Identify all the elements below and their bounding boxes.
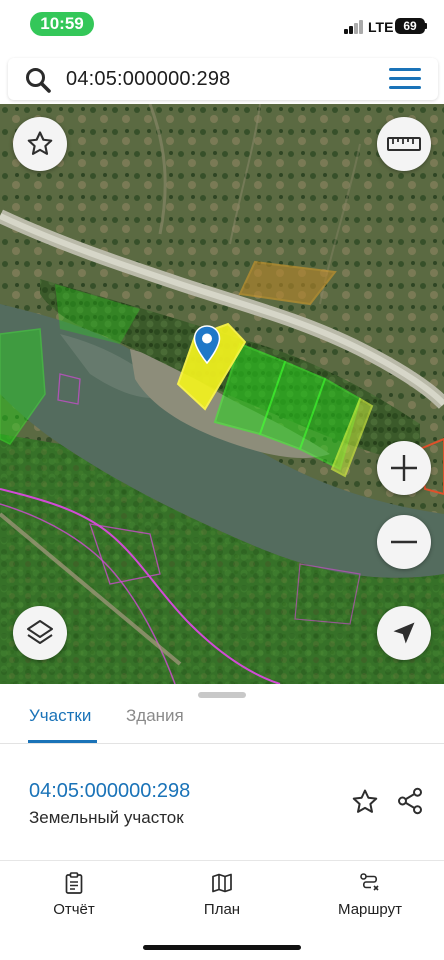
parcel-type-label: Земельный участок (29, 808, 184, 827)
nav-route-label: Маршрут (338, 901, 402, 918)
status-time: 10:59 (30, 12, 94, 36)
ruler-icon (387, 137, 421, 151)
hamburger-menu-icon[interactable] (389, 68, 421, 90)
network-type: LTE (368, 19, 394, 35)
search-bar[interactable]: 04:05:000000:298 (8, 58, 438, 100)
nav-report-label: Отчёт (53, 901, 95, 918)
home-indicator (143, 945, 301, 950)
nav-plan[interactable]: План (167, 871, 277, 919)
locate-me-button[interactable] (377, 606, 431, 660)
zoom-in-icon (391, 455, 417, 481)
star-icon (27, 131, 53, 155)
layers-button[interactable] (13, 606, 67, 660)
favorite-star-icon[interactable] (350, 787, 380, 817)
satellite-map[interactable] (0, 104, 444, 684)
locate-arrow-icon (393, 622, 415, 644)
status-bar: 10:59 LTE 69 (0, 0, 444, 52)
layers-icon (27, 620, 53, 644)
nav-report[interactable]: Отчёт (19, 871, 129, 919)
route-icon (360, 873, 379, 891)
tab-buildings[interactable]: Здания (126, 706, 184, 726)
search-input[interactable]: 04:05:000000:298 (66, 67, 230, 91)
location-pin-icon[interactable] (193, 325, 221, 365)
battery-level: 69 (403, 19, 417, 33)
zoom-out-button[interactable] (377, 515, 431, 569)
zoom-in-button[interactable] (377, 441, 431, 495)
map-plan-icon (212, 873, 232, 893)
nav-plan-label: План (203, 901, 241, 918)
sheet-divider (0, 743, 444, 744)
parcel-cadastral-number[interactable]: 04:05:000000:298 (29, 779, 190, 803)
zoom-out-icon (391, 540, 417, 544)
battery-tip (425, 23, 427, 29)
measure-button[interactable] (377, 117, 431, 171)
nav-route[interactable]: Маршрут (315, 871, 425, 919)
report-clipboard-icon (65, 872, 83, 894)
favorite-map-button[interactable] (13, 117, 67, 171)
battery-icon: 69 (395, 18, 425, 34)
tab-parcels[interactable]: Участки (29, 706, 91, 726)
share-icon[interactable] (395, 786, 425, 816)
sheet-grabber[interactable] (198, 692, 246, 698)
map-canvas[interactable] (0, 104, 444, 684)
search-icon[interactable] (24, 66, 52, 94)
cellular-signal-icon (344, 20, 364, 34)
app-screen: 10:59 LTE 69 04:05:000000:298 Участки Зд… (0, 0, 444, 960)
